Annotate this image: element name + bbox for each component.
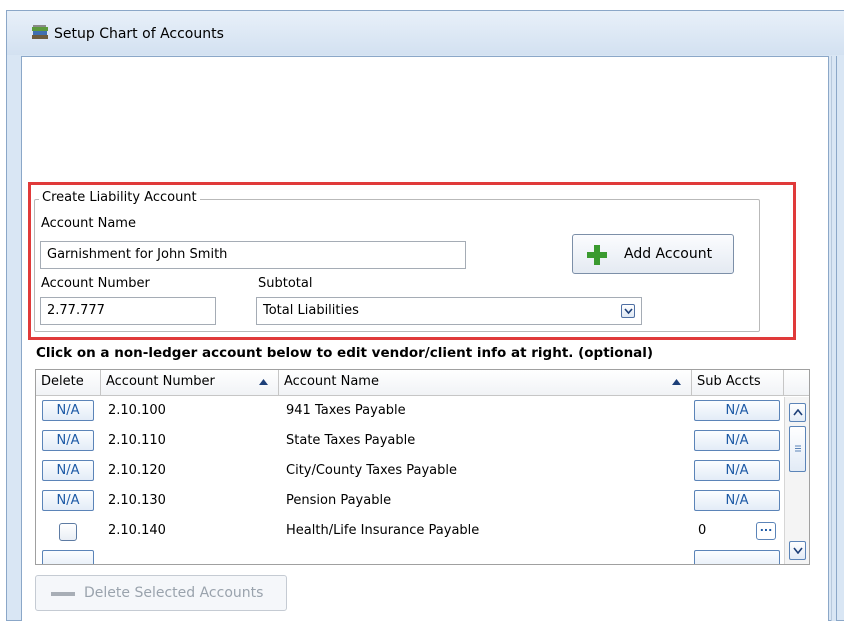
ellipsis-icon[interactable]: ... <box>756 522 776 540</box>
delete-selected-accounts-button[interactable]: Delete Selected Accounts <box>35 575 287 611</box>
account-number-cell: 2.10.120 <box>108 463 166 478</box>
account-number-cell: 2.10.100 <box>108 403 166 418</box>
account-name-input[interactable]: Garnishment for John Smith <box>40 241 466 269</box>
table-row-partial <box>36 547 784 564</box>
splitter[interactable] <box>831 56 837 621</box>
account-number-cell: 2.10.140 <box>108 523 166 538</box>
delete-na-button[interactable]: N/A <box>42 460 94 481</box>
plus-icon <box>587 245 607 265</box>
chevron-down-icon <box>793 547 803 554</box>
delete-selected-label: Delete Selected Accounts <box>84 585 264 601</box>
table-scrollbar[interactable] <box>784 397 809 564</box>
account-number-cell: 2.10.130 <box>108 493 166 508</box>
sub-accts-na-button[interactable]: N/A <box>694 460 780 481</box>
scroll-up-button[interactable] <box>789 403 806 422</box>
account-number-cell: 2.10.110 <box>108 433 166 448</box>
col-header-account-number[interactable]: Account Number <box>101 370 279 396</box>
sub-accts-na-button[interactable]: N/A <box>694 430 780 451</box>
add-account-label: Add Account <box>624 246 713 262</box>
window-title: Setup Chart of Accounts <box>54 26 224 42</box>
account-number-input[interactable]: 2.77.777 <box>40 297 216 325</box>
subtotal-label: Subtotal <box>258 276 313 291</box>
col-header-sub-accts[interactable]: Sub Accts <box>692 370 784 396</box>
chevron-down-icon[interactable] <box>621 304 635 318</box>
delete-na-button[interactable]: N/A <box>42 490 94 511</box>
instruction-text: Click on a non-ledger account below to e… <box>36 345 654 361</box>
col-header-delete[interactable]: Delete <box>36 370 101 396</box>
scroll-down-button[interactable] <box>789 541 806 560</box>
sub-accts-na-button[interactable]: N/A <box>694 490 780 511</box>
sort-asc-icon <box>672 379 681 385</box>
account-number-label: Account Number <box>41 276 150 291</box>
accounts-table: Delete Account Number Account Name Sub A… <box>35 369 810 565</box>
table-row[interactable]: 2.10.140 Health/Life Insurance Payable 0… <box>36 517 784 547</box>
col-header-spacer <box>784 370 809 396</box>
sub-accts-count: 0 <box>698 523 707 538</box>
sub-accts-na-button[interactable] <box>694 550 780 564</box>
delete-na-button[interactable]: N/A <box>42 430 94 451</box>
account-name-cell: Health/Life Insurance Payable <box>286 523 480 538</box>
grip-icon <box>795 445 801 452</box>
subtotal-value: Total Liabilities <box>263 303 359 318</box>
minus-icon <box>51 592 75 596</box>
books-icon <box>32 25 48 39</box>
chevron-up-icon <box>793 409 803 416</box>
sort-asc-icon <box>259 379 268 385</box>
add-account-button[interactable]: Add Account <box>572 234 734 274</box>
title-bar: Setup Chart of Accounts <box>7 11 844 55</box>
group-title: Create Liability Account <box>39 190 200 205</box>
account-name-label: Account Name <box>41 216 136 231</box>
account-name-cell: State Taxes Payable <box>286 433 416 448</box>
table-row[interactable]: N/A 2.10.100 941 Taxes Payable N/A <box>36 397 784 427</box>
table-row[interactable]: N/A 2.10.130 Pension Payable N/A <box>36 487 784 517</box>
sub-accts-na-button[interactable]: N/A <box>694 400 780 421</box>
account-name-cell: 941 Taxes Payable <box>286 403 406 418</box>
delete-na-button[interactable] <box>42 550 94 564</box>
delete-na-button[interactable]: N/A <box>42 400 94 421</box>
account-name-cell: Pension Payable <box>286 493 392 508</box>
subtotal-select[interactable]: Total Liabilities <box>256 297 642 325</box>
col-header-account-name[interactable]: Account Name <box>279 370 692 396</box>
table-row[interactable]: N/A 2.10.120 City/County Taxes Payable N… <box>36 457 784 487</box>
table-row[interactable]: N/A 2.10.110 State Taxes Payable N/A <box>36 427 784 457</box>
scroll-thumb[interactable] <box>789 426 806 472</box>
delete-checkbox[interactable] <box>59 523 77 541</box>
account-name-cell: City/County Taxes Payable <box>286 463 457 478</box>
